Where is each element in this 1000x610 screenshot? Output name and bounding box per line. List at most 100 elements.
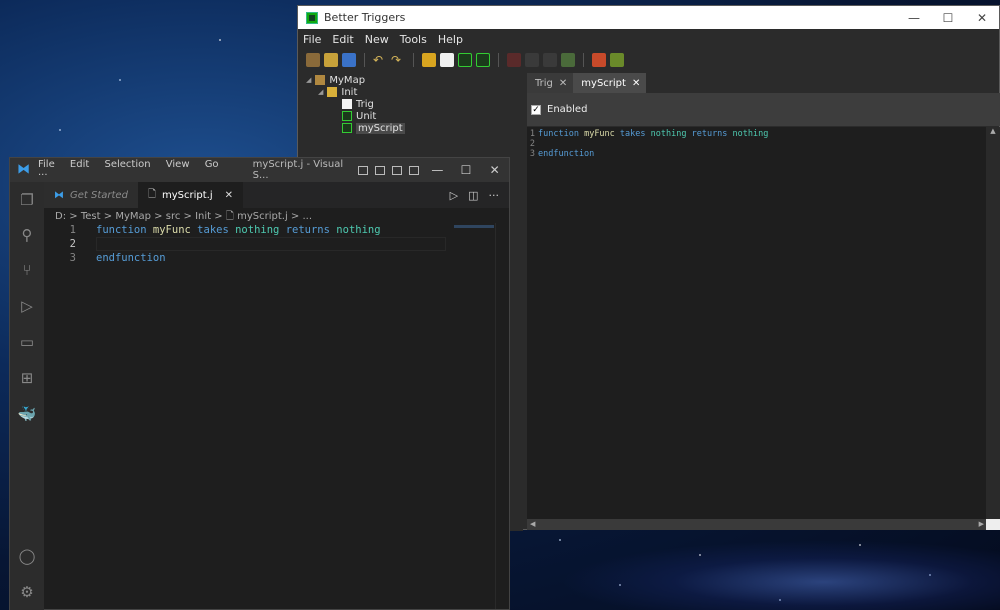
run-debug-icon[interactable]: ▷ (17, 296, 37, 316)
scroll-right-icon[interactable]: ▶ (979, 520, 984, 528)
vs-menu-selection[interactable]: Selection (104, 159, 150, 170)
vs-menu-more[interactable]: ··· (38, 170, 48, 181)
open-map-icon[interactable] (306, 53, 320, 67)
build-icon[interactable] (592, 53, 606, 67)
code-line: 1 function myFunc takes nothing returns … (44, 223, 381, 237)
save-icon[interactable] (342, 53, 356, 67)
vs-vertical-scrollbar[interactable] (495, 223, 509, 609)
vs-close-button[interactable]: ✕ (480, 163, 509, 177)
explorer-icon[interactable]: ❐ (17, 190, 37, 210)
search-icon[interactable]: ⚲ (17, 225, 37, 245)
code-keyword: returns (691, 129, 728, 139)
breadcrumb-item[interactable]: D: (55, 211, 66, 222)
breadcrumb-item[interactable]: Test (81, 211, 101, 222)
breadcrumb-item[interactable]: myScript.j (237, 211, 288, 222)
source-control-icon[interactable]: ⑂ (17, 260, 37, 280)
toolbar-divider (413, 53, 414, 67)
breadcrumb-separator: > (183, 211, 192, 222)
tab-trig[interactable]: Trig ✕ (527, 73, 574, 93)
toggle-secondary-sidebar-icon[interactable] (391, 165, 402, 175)
breadcrumb-item[interactable]: ... (303, 211, 313, 222)
bt-vertical-scrollbar[interactable]: ▲ (986, 127, 1000, 519)
enabled-checkbox[interactable]: ✓ (531, 104, 541, 115)
bt-horizontal-scrollbar[interactable]: ◀ ▶ (527, 519, 1000, 530)
close-tab-icon[interactable]: ✕ (559, 78, 567, 89)
scroll-left-icon[interactable]: ◀ (530, 520, 535, 528)
test-map-icon[interactable] (610, 53, 624, 67)
tab-get-started[interactable]: ⧓ Get Started (44, 182, 138, 208)
bt-minimize-button[interactable]: — (897, 11, 931, 25)
code-keyword: takes (619, 129, 646, 139)
tree-root-label: MyMap (329, 74, 366, 86)
paste-icon[interactable] (543, 53, 557, 67)
bt-menubar: File Edit New Tools Help (298, 29, 999, 49)
code-keyword: function (538, 129, 579, 139)
activity-bar: ❐ ⚲ ⑂ ▷ ▭ ⊞ 🐳 ◯ ⚙ (10, 182, 44, 610)
breadcrumb-item[interactable]: Init (195, 211, 211, 222)
new-script-icon[interactable] (458, 53, 472, 67)
line-number: 3 (529, 149, 535, 159)
new-category-icon[interactable] (422, 53, 436, 67)
tree-item-folder[interactable]: ◢ Init (318, 86, 357, 98)
code-line: 2 (44, 237, 96, 251)
list-icon[interactable] (561, 53, 575, 67)
toggle-sidebar-icon[interactable] (357, 165, 368, 175)
breadcrumb-item[interactable]: src (166, 211, 181, 222)
bt-menu-edit[interactable]: Edit (332, 33, 353, 46)
vs-code-editor[interactable]: 1 function myFunc takes nothing returns … (44, 223, 509, 609)
editor-actions: ▷ ◫ ··· (450, 182, 509, 208)
docker-icon[interactable]: 🐳 (17, 404, 37, 424)
tree-item-unit[interactable]: Unit (342, 110, 376, 122)
vs-menu-go[interactable]: Go (205, 159, 219, 170)
tree-item-root[interactable]: ◢ MyMap (306, 74, 365, 86)
minimap[interactable] (454, 225, 494, 228)
bt-menu-tools[interactable]: Tools (400, 33, 427, 46)
bt-titlebar[interactable]: Better Triggers — ☐ ✕ (298, 6, 999, 29)
extensions-icon[interactable]: ⊞ (17, 368, 37, 388)
account-icon[interactable]: ◯ (17, 546, 37, 566)
vs-titlebar[interactable]: ⧓ File Edit Selection View Go ··· myScri… (10, 158, 509, 182)
undo-icon[interactable]: ↶ (373, 53, 387, 67)
close-tab-icon[interactable]: ✕ (632, 78, 640, 89)
vs-minimize-button[interactable]: — (423, 163, 452, 177)
tab-label: Trig (535, 77, 553, 89)
new-trigger-icon[interactable] (440, 53, 454, 67)
vs-menu-file[interactable]: File (38, 159, 55, 170)
breadcrumb-separator: > (290, 211, 300, 222)
bt-script-editor[interactable]: 1 function myFunc takes nothing returns … (527, 127, 1000, 519)
tree-item-myscript[interactable]: myScript (342, 122, 405, 134)
cut-icon[interactable] (507, 53, 521, 67)
redo-icon[interactable]: ↷ (391, 53, 405, 67)
bt-menu-new[interactable]: New (365, 33, 389, 46)
run-icon[interactable]: ▷ (450, 189, 458, 202)
vs-menubar: File Edit Selection View Go ··· (38, 159, 233, 181)
breadcrumb-item[interactable]: MyMap (115, 211, 151, 222)
bt-menu-file[interactable]: File (303, 33, 321, 46)
split-editor-icon[interactable]: ◫ (468, 189, 478, 202)
copy-icon[interactable] (525, 53, 539, 67)
close-tab-icon[interactable]: ✕ (225, 190, 233, 201)
code-keyword: endfunction (538, 149, 595, 159)
vs-maximize-button[interactable]: ☐ (452, 163, 481, 177)
open-folder-icon[interactable] (324, 53, 338, 67)
vs-window-title: myScript.j - Visual S... (252, 159, 344, 181)
vs-menu-view[interactable]: View (166, 159, 190, 170)
tree-item-trig[interactable]: Trig (342, 98, 374, 110)
new-variable-icon[interactable] (476, 53, 490, 67)
collapse-arrow-icon[interactable]: ◢ (318, 88, 323, 96)
script-icon (342, 123, 352, 133)
vs-menu-edit[interactable]: Edit (70, 159, 89, 170)
vscode-logo-icon: ⧓ (17, 162, 30, 177)
scroll-up-icon[interactable]: ▲ (986, 127, 1000, 135)
more-actions-icon[interactable]: ··· (489, 189, 500, 202)
tab-myscript[interactable]: myScript ✕ (573, 73, 647, 93)
customize-layout-icon[interactable] (408, 165, 420, 175)
collapse-arrow-icon[interactable]: ◢ (306, 76, 311, 84)
bt-close-button[interactable]: ✕ (965, 11, 999, 25)
toggle-panel-icon[interactable] (374, 165, 385, 175)
settings-gear-icon[interactable]: ⚙ (17, 582, 37, 602)
remote-explorer-icon[interactable]: ▭ (17, 332, 37, 352)
bt-maximize-button[interactable]: ☐ (931, 11, 965, 25)
tab-myscript[interactable]: 🗋 myScript.j ✕ (137, 182, 243, 208)
bt-menu-help[interactable]: Help (438, 33, 463, 46)
